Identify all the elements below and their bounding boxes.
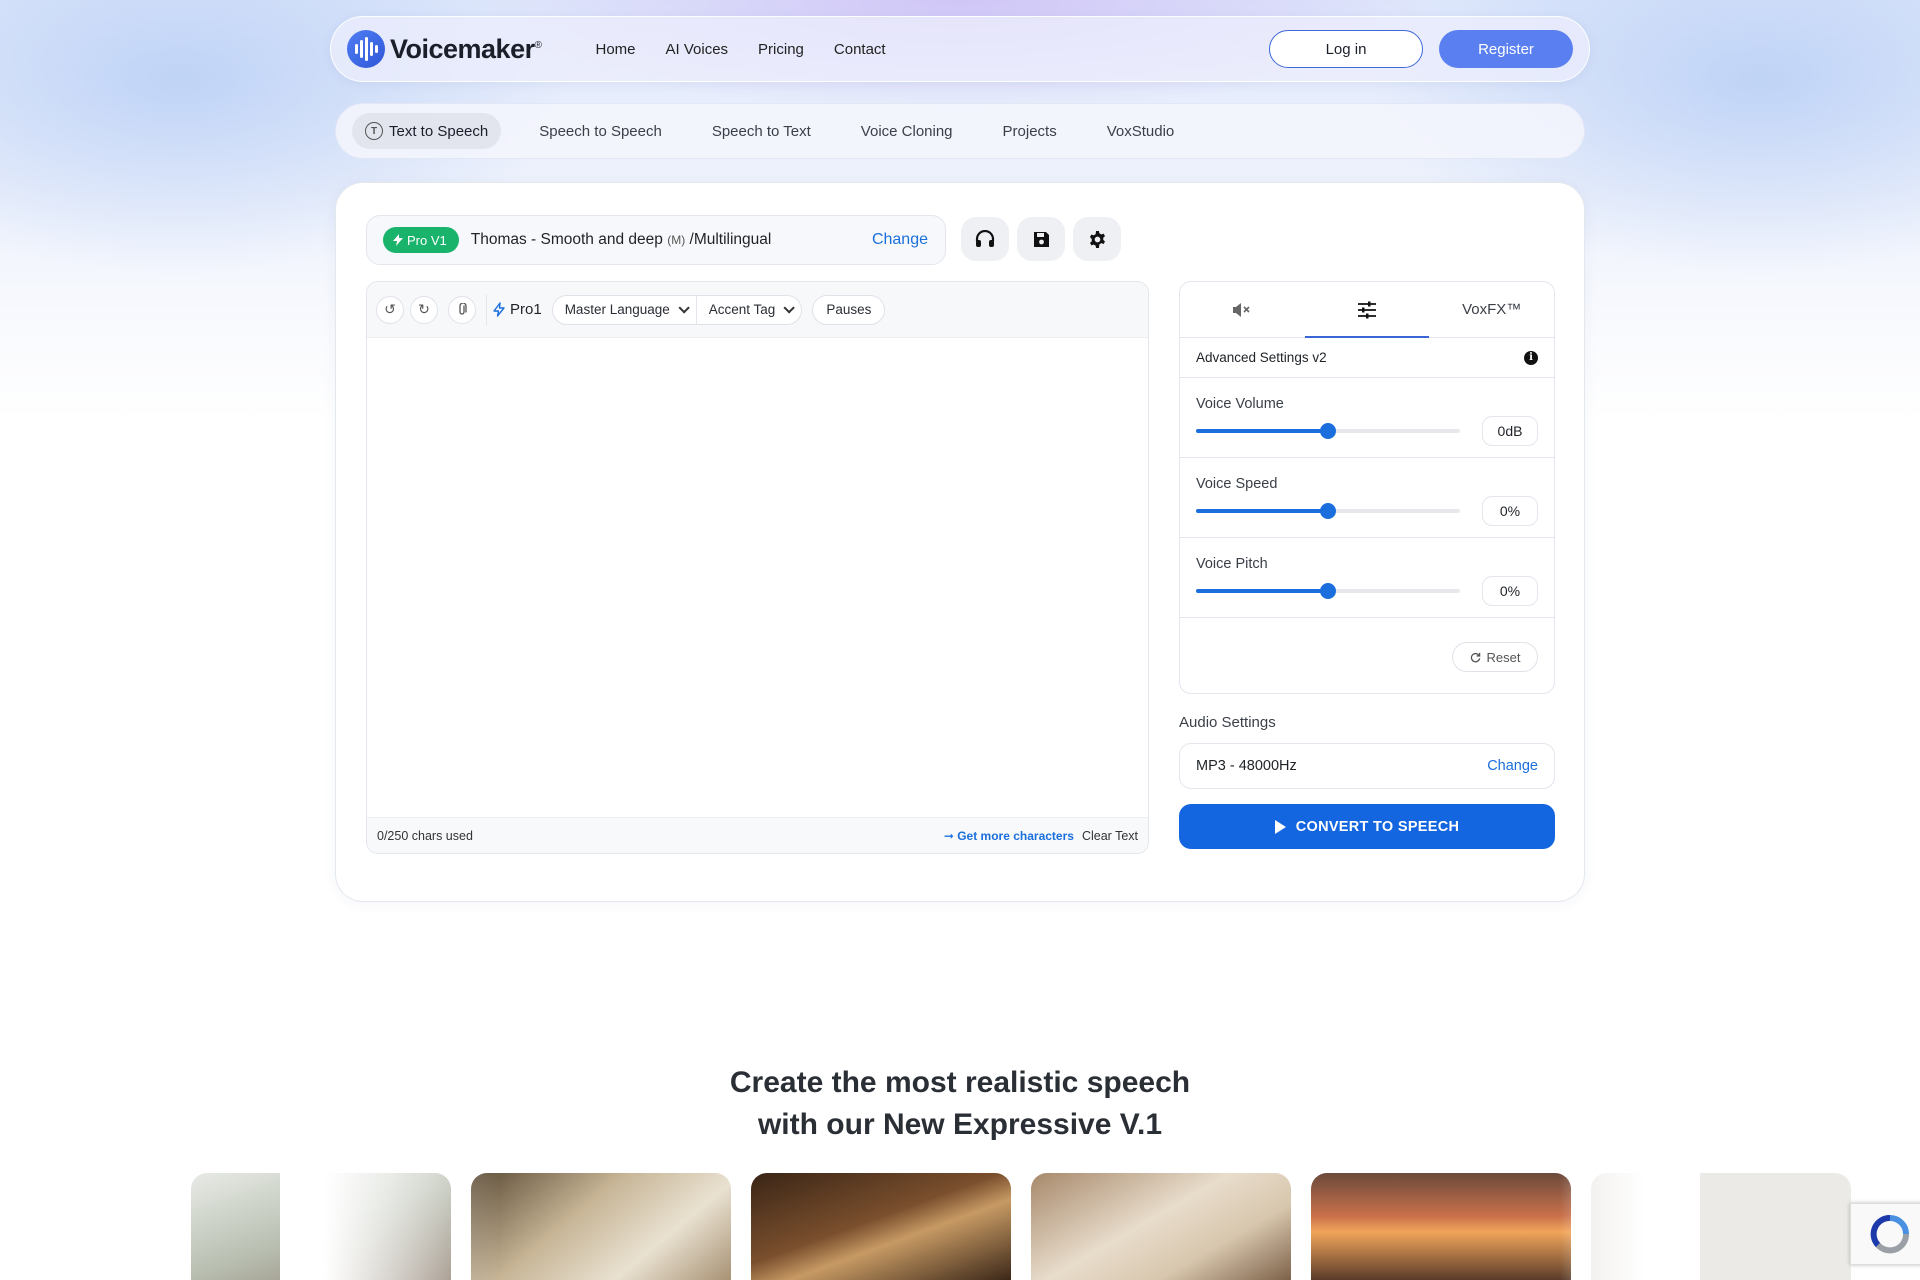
logo-text: Voicemaker® (390, 33, 542, 64)
voice-volume-row: Voice Volume 0dB (1180, 378, 1554, 458)
nav-link-home[interactable]: Home (595, 41, 635, 58)
tab-projects[interactable]: Projects (991, 113, 1069, 149)
voice-speed-value[interactable]: 0% (1482, 496, 1538, 526)
tab-sound-effects[interactable] (1180, 282, 1305, 337)
carousel-fade (280, 1160, 500, 1280)
recaptcha-badge[interactable] (1850, 1203, 1920, 1265)
engine-selector[interactable]: Pro1 (493, 301, 542, 318)
slider-fill (1196, 429, 1328, 433)
slider-label: Voice Speed (1196, 476, 1278, 492)
chevron-down-icon (678, 301, 690, 314)
soundwave-logo-icon (347, 30, 385, 68)
nav-link-contact[interactable]: Contact (834, 41, 886, 58)
login-button[interactable]: Log in (1269, 30, 1423, 68)
slider-label: Voice Pitch (1196, 556, 1268, 572)
clear-text-button[interactable]: Clear Text (1082, 829, 1138, 843)
pauses-button[interactable]: Pauses (812, 294, 886, 325)
voice-volume-slider[interactable] (1196, 423, 1460, 439)
tab-speech-to-speech[interactable]: Speech to Speech (527, 113, 674, 149)
section-headline: Create the most realistic speech with ou… (729, 1066, 1191, 1141)
master-language-dropdown[interactable]: Master Language (553, 296, 696, 324)
change-audio-link[interactable]: Change (1487, 758, 1538, 774)
panel-tabs: VoxFX™ (1180, 282, 1554, 338)
refresh-icon (1470, 652, 1480, 662)
top-navbar: Voicemaker® Home AI Voices Pricing Conta… (330, 16, 1590, 82)
slider-fill (1196, 509, 1328, 513)
audio-format-value: MP3 - 48000Hz (1196, 758, 1297, 774)
recaptcha-icon (1870, 1214, 1910, 1254)
voice-selector[interactable]: Pro V1 Thomas - Smooth and deep (M) /Mul… (366, 215, 946, 265)
voice-pitch-row: Voice Pitch 0% (1180, 538, 1554, 618)
language-group: Master Language Accent Tag (551, 294, 803, 325)
tab-text-to-speech[interactable]: T Text to Speech (352, 113, 502, 149)
undo-icon: ↺ (384, 301, 396, 317)
nav-link-pricing[interactable]: Pricing (758, 41, 804, 58)
register-button[interactable]: Register (1439, 30, 1573, 68)
settings-panel: VoxFX™ Advanced Settings v2 i Voice Volu… (1179, 281, 1555, 694)
text-circle-icon: T (365, 122, 383, 140)
speaker-muted-icon (1233, 302, 1250, 317)
slider-thumb[interactable] (1320, 423, 1336, 439)
get-more-characters-link[interactable]: ➞ Get more characters (944, 829, 1074, 843)
audio-format-selector[interactable]: MP3 - 48000Hz Change (1179, 743, 1555, 789)
voice-thumbnail[interactable] (751, 1173, 1011, 1280)
voice-speed-slider[interactable] (1196, 503, 1460, 519)
convert-to-speech-button[interactable]: CONVERT TO SPEECH (1179, 804, 1555, 849)
paperclip-icon (459, 303, 467, 315)
slider-thumb[interactable] (1320, 583, 1336, 599)
editor-footer: 0/250 chars used ➞ Get more characters C… (367, 817, 1148, 853)
info-icon[interactable]: i (1524, 350, 1538, 365)
reset-button[interactable]: Reset (1452, 642, 1538, 672)
settings-button[interactable] (1073, 217, 1121, 261)
play-icon (1274, 819, 1286, 834)
undo-button[interactable]: ↺ (376, 295, 404, 324)
voice-pitch-slider[interactable] (1196, 583, 1460, 599)
redo-icon: ↻ (418, 301, 430, 317)
nav-link-ai-voices[interactable]: AI Voices (666, 41, 729, 58)
headphones-button[interactable] (961, 217, 1009, 261)
voice-volume-value[interactable]: 0dB (1482, 416, 1538, 446)
headphones-icon (975, 230, 995, 247)
accent-tag-dropdown[interactable]: Accent Tag (695, 295, 802, 324)
text-editor: ↺ ↻ Pro1 Master Language Accent Tag Paus… (366, 281, 1149, 854)
advanced-settings-header: Advanced Settings v2 i (1180, 338, 1554, 378)
bolt-icon (393, 234, 403, 246)
tab-speech-to-text[interactable]: Speech to Text (700, 113, 823, 149)
tts-card: Pro V1 Thomas - Smooth and deep (M) /Mul… (335, 182, 1585, 902)
slider-thumb[interactable] (1320, 503, 1336, 519)
attach-button[interactable] (448, 295, 476, 324)
tab-voxfx[interactable]: VoxFX™ (1429, 282, 1554, 337)
voice-name: Thomas - Smooth and deep (M) /Multilingu… (470, 231, 772, 248)
slider-label: Voice Volume (1196, 396, 1284, 412)
slider-fill (1196, 589, 1328, 593)
toolbar-divider (486, 294, 487, 325)
save-button[interactable] (1017, 217, 1065, 261)
char-counter: 0/250 chars used (377, 828, 473, 843)
nav-links: Home AI Voices Pricing Contact (595, 41, 885, 58)
tab-advanced-settings[interactable] (1304, 282, 1430, 338)
product-tabs: T Text to Speech Speech to Speech Speech… (335, 103, 1585, 159)
editor-toolbar: ↺ ↻ Pro1 Master Language Accent Tag Paus… (367, 282, 1148, 338)
redo-button[interactable]: ↻ (410, 295, 438, 324)
audio-settings-label: Audio Settings (1179, 714, 1276, 731)
pro-badge: Pro V1 (383, 227, 459, 253)
chevron-down-icon (783, 301, 796, 314)
sliders-icon (1358, 301, 1376, 318)
tab-label: Text to Speech (389, 122, 489, 140)
voice-speed-row: Voice Speed 0% (1180, 458, 1554, 538)
change-voice-link[interactable]: Change (872, 231, 928, 249)
voice-thumbnail[interactable] (1311, 1173, 1571, 1280)
voice-thumbnail[interactable] (1031, 1173, 1291, 1280)
save-icon (1033, 231, 1049, 247)
gear-icon (1089, 230, 1105, 248)
bolt-outline-icon (493, 302, 505, 317)
text-input-area[interactable] (367, 338, 1148, 817)
tab-voxstudio[interactable]: VoxStudio (1095, 113, 1187, 149)
logo[interactable]: Voicemaker® (347, 30, 542, 68)
voice-thumbnail[interactable] (471, 1173, 731, 1280)
carousel-fade (1560, 1160, 1700, 1280)
tab-voice-cloning[interactable]: Voice Cloning (849, 113, 965, 149)
voice-pitch-value[interactable]: 0% (1482, 576, 1538, 606)
